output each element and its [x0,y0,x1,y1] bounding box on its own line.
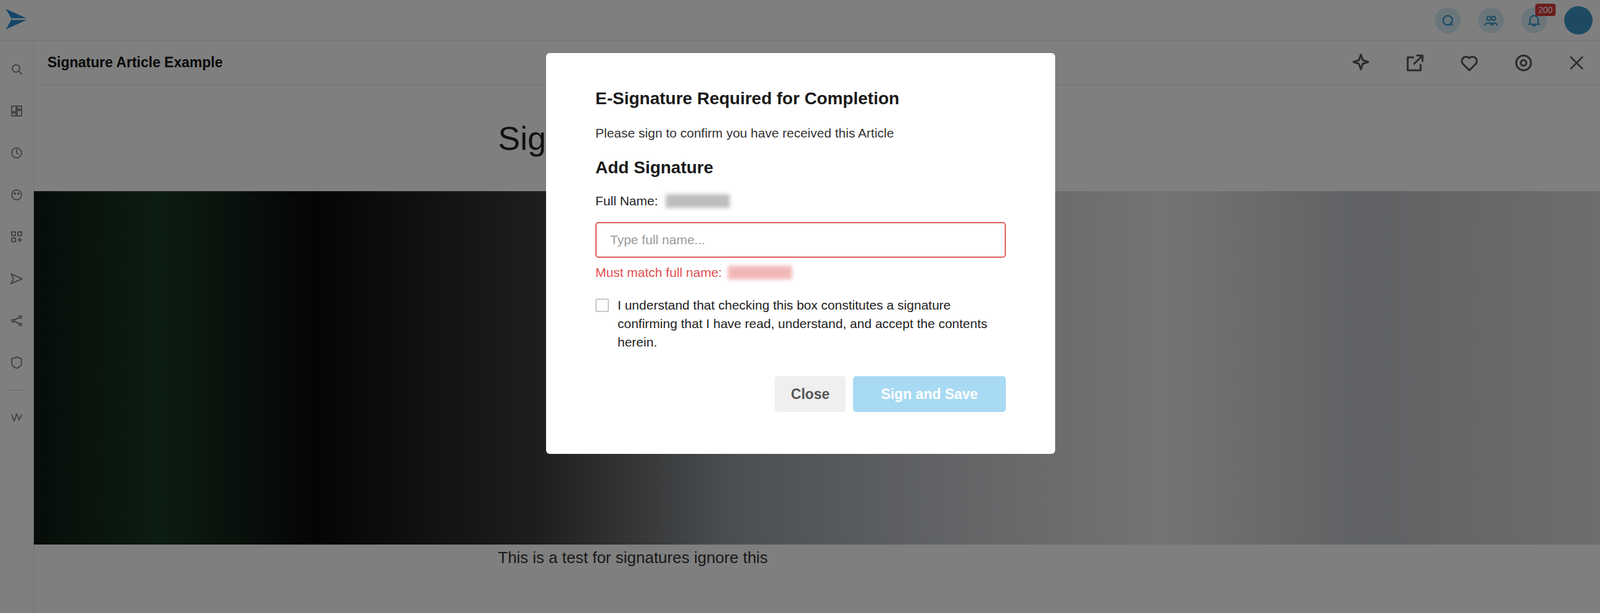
dialog-buttons: CloseSign and Save [595,375,1006,412]
error-text: Must match full name: [595,265,722,280]
redacted-name [665,194,730,208]
signature-dialog: E-Signature Required for Completion Pleas… [546,53,1056,454]
dialog-subtitle: Please sign to confirm you have received… [595,125,1006,141]
dialog-title: E-Signature Required for Completion [595,88,1006,109]
redacted-name [727,265,792,280]
consent-checkbox[interactable] [595,298,609,312]
full-name-input[interactable] [595,221,1006,258]
close-button[interactable]: Close [774,375,846,412]
validation-error: Must match full name: [595,265,1006,280]
sign-save-button[interactable]: Sign and Save [853,375,1006,412]
full-name-label: Full Name: [595,193,659,209]
section-title: Add Signature [595,157,1006,178]
consent-label[interactable]: I understand that checking this box cons… [617,295,1006,352]
full-name-row: Full Name: [595,193,1006,209]
consent-row: I understand that checking this box cons… [595,295,1006,352]
